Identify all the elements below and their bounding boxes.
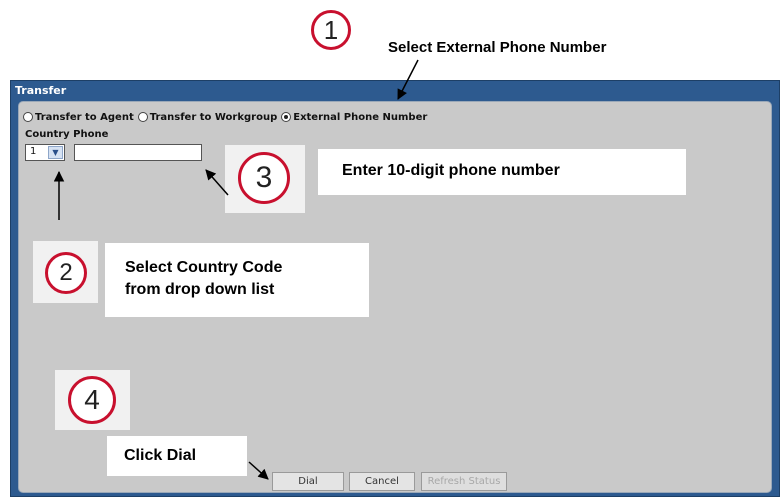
step-3-instruction: Enter 10-digit phone number: [342, 162, 560, 179]
radio-button-external[interactable]: [281, 112, 292, 122]
step-4-instruction: Click Dial: [124, 447, 197, 464]
country-code-value: 1: [30, 146, 37, 157]
chevron-down-icon[interactable]: ▼: [48, 146, 63, 159]
transfer-type-group: Transfer to Agent Transfer to Workgroup …: [23, 110, 431, 124]
refresh-status-button[interactable]: Refresh Status: [421, 472, 507, 491]
step-3-badge: 3: [238, 152, 290, 204]
radio-transfer-to-agent[interactable]: Transfer to Agent: [23, 112, 134, 123]
radio-button-workgroup[interactable]: [137, 112, 148, 122]
cancel-button[interactable]: Cancel: [349, 472, 415, 491]
radio-external-phone-number[interactable]: External Phone Number: [281, 112, 427, 123]
radio-label-external: External Phone Number: [293, 111, 428, 123]
step-1-instruction: Select External Phone Number: [388, 39, 607, 56]
country-phone-label: Country Phone: [25, 129, 109, 140]
step-2-instruction-line2: from drop down list: [125, 281, 275, 298]
radio-transfer-to-workgroup[interactable]: Transfer to Workgroup: [137, 111, 278, 123]
step-2-badge: 2: [45, 252, 87, 294]
step-1-badge: 1: [311, 10, 351, 50]
radio-label-workgroup: Transfer to Workgroup: [149, 111, 278, 123]
radio-button-agent[interactable]: [23, 112, 33, 122]
step-4-badge: 4: [68, 376, 116, 424]
step-2-instruction-line1: Select Country Code: [125, 259, 283, 276]
country-code-select[interactable]: 1 ▼: [25, 144, 65, 161]
window-title: Transfer: [15, 84, 67, 97]
phone-number-input[interactable]: [74, 144, 202, 161]
radio-label-agent: Transfer to Agent: [35, 111, 134, 123]
dial-button[interactable]: Dial: [272, 472, 344, 491]
